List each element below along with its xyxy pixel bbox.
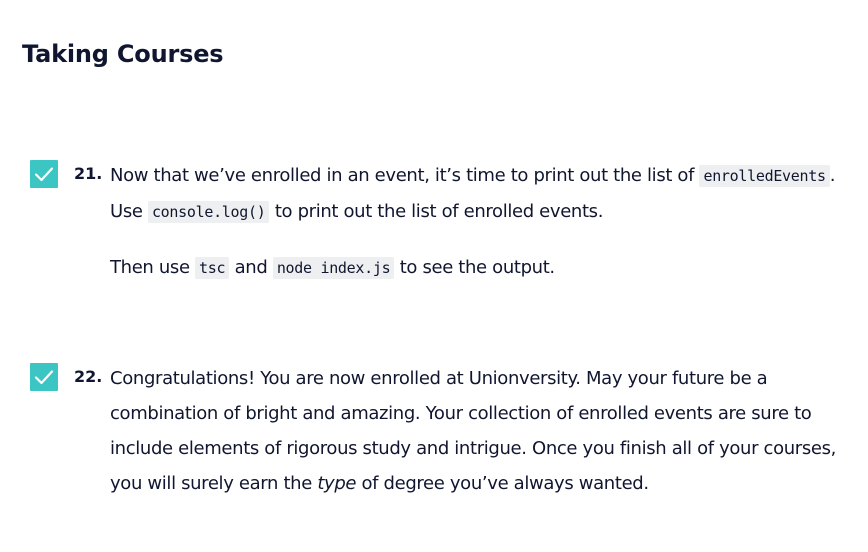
task-22-number: 22.: [74, 367, 103, 386]
inline-code: console.log(): [147, 201, 270, 223]
task-21-text: Then use: [110, 257, 196, 278]
inline-code: enrolledEvents: [699, 165, 830, 187]
task-22-paragraph: Congratulations! You are now enrolled at…: [110, 361, 840, 501]
task-21-text: Now that we’ve enrolled in an event, it’…: [110, 165, 700, 186]
task-21-instructions: Now that we’ve enrolled in an event, it’…: [110, 158, 840, 286]
task-21-paragraph-1: Now that we’ve enrolled in an event, it’…: [110, 158, 840, 230]
checkmark-icon: [34, 167, 54, 182]
inline-code: tsc: [195, 257, 230, 279]
task-22-emphasis: type: [317, 473, 357, 494]
task-21-text: to print out the list of enrolled events…: [269, 201, 604, 222]
task-21-paragraph-2: Then use tsc and node index.js to see th…: [110, 250, 840, 286]
task-21-number: 21.: [74, 164, 103, 183]
task-22-instructions: Congratulations! You are now enrolled at…: [110, 361, 840, 501]
checkmark-icon: [34, 370, 54, 385]
task-21-text: and: [229, 257, 273, 278]
inline-code: node index.js: [272, 257, 395, 279]
task-22-checkbox[interactable]: [30, 363, 58, 391]
task-21-checkbox[interactable]: [30, 160, 58, 188]
section-title: Taking Courses: [22, 40, 224, 68]
task-21-text: to see the output.: [394, 257, 555, 278]
task-22-text: of degree you’ve always wanted.: [356, 473, 649, 494]
